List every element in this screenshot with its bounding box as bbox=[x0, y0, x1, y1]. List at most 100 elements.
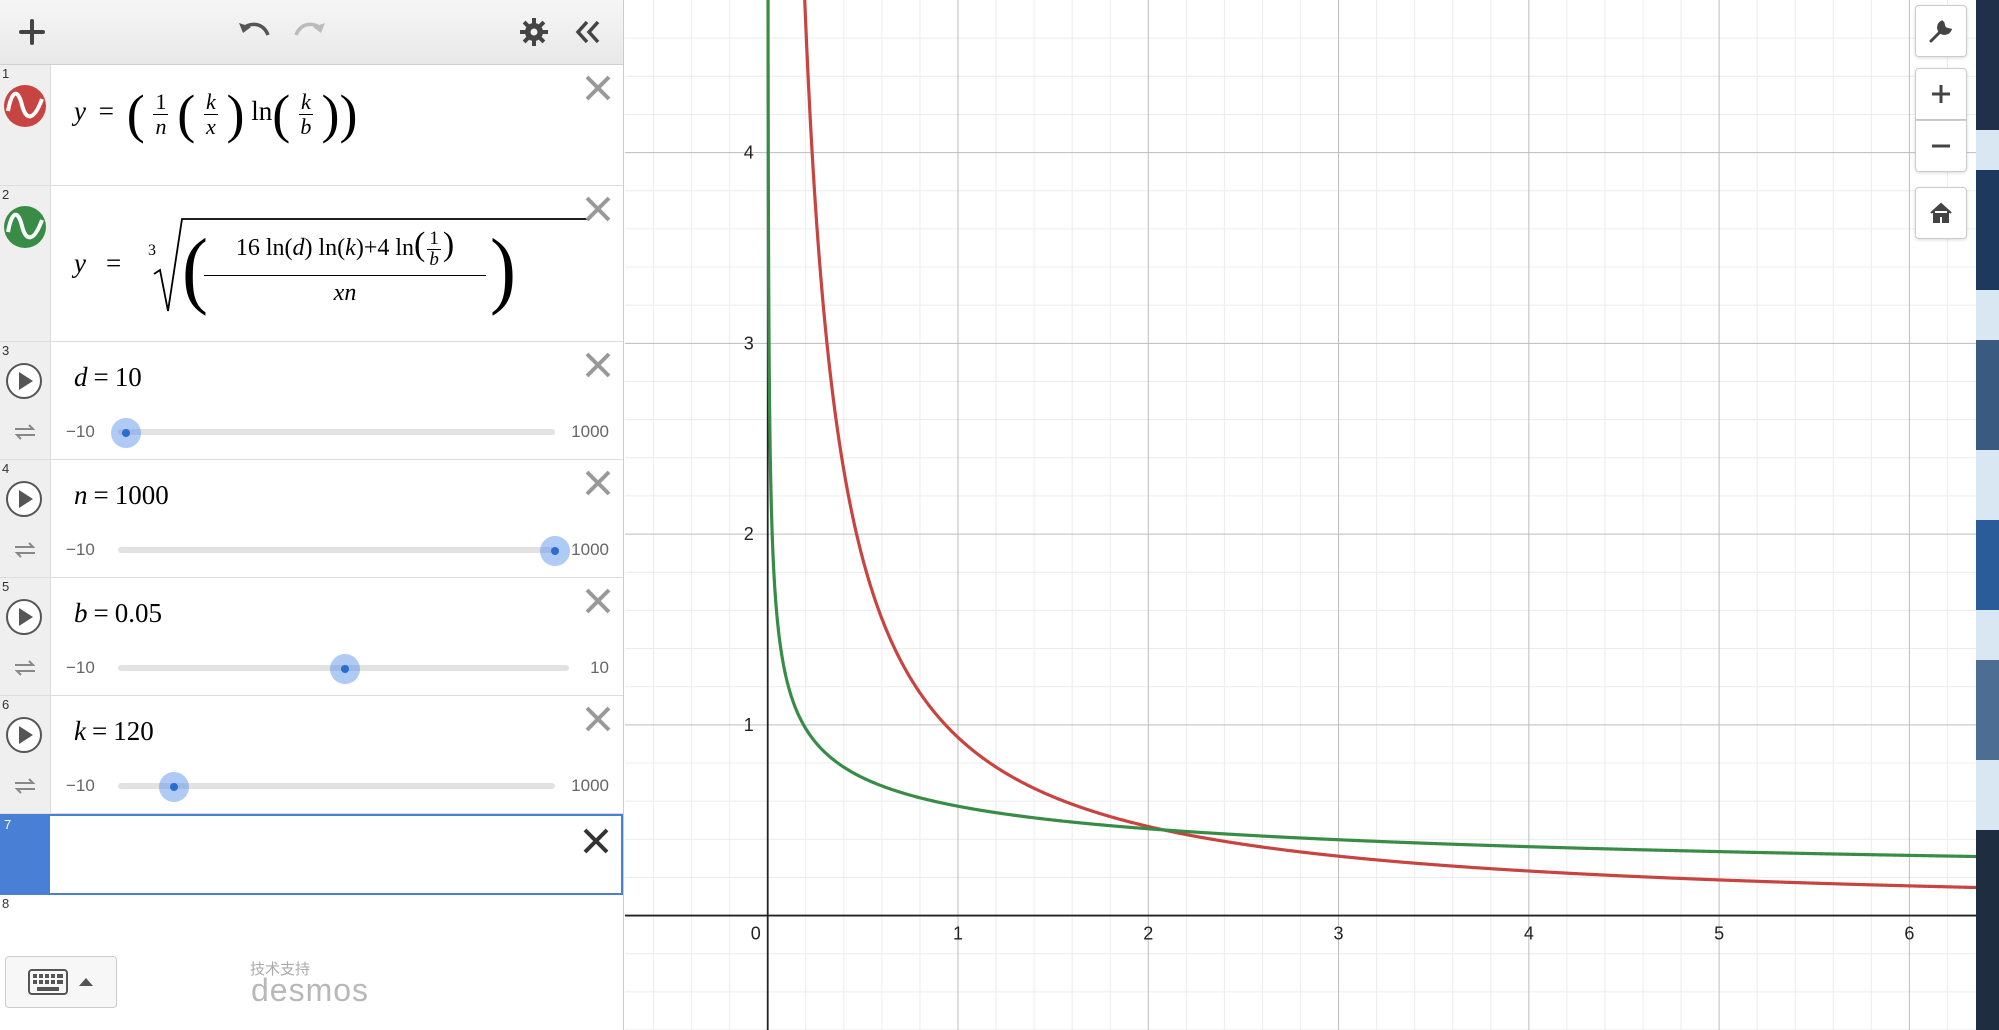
slider-label[interactable]: b = 0.05 bbox=[74, 598, 162, 629]
expression-row-empty[interactable]: 8 bbox=[0, 895, 623, 955]
slider-label[interactable]: n = 1000 bbox=[74, 480, 169, 511]
x-tick-label: 5 bbox=[1714, 924, 1724, 944]
undo-icon[interactable] bbox=[232, 10, 276, 54]
double-chevron-left-icon[interactable] bbox=[566, 10, 610, 54]
expression-gutter: 2 bbox=[0, 186, 51, 341]
loop-icon[interactable] bbox=[12, 540, 38, 560]
slider-min[interactable]: −10 bbox=[66, 540, 95, 560]
background-window-edge bbox=[1976, 0, 1999, 1030]
x-tick-label: 1 bbox=[953, 924, 963, 944]
expression-gutter: 7 bbox=[2, 816, 50, 893]
slider-handle[interactable] bbox=[111, 418, 142, 448]
math-paren: ) bbox=[339, 84, 358, 144]
slider-max[interactable]: 1000 bbox=[571, 540, 609, 560]
expression-gutter: 4 bbox=[0, 460, 51, 577]
keyboard-toggle[interactable] bbox=[5, 956, 117, 1008]
slider-label[interactable]: d = 10 bbox=[74, 362, 142, 393]
y-tick-label: 4 bbox=[744, 143, 754, 163]
slider[interactable]: −10 1000 bbox=[52, 770, 615, 802]
zoom-in-button[interactable] bbox=[1915, 68, 1967, 120]
x-tick-label: 2 bbox=[1143, 924, 1153, 944]
x-tick-label: 3 bbox=[1334, 924, 1344, 944]
delete-expression-icon[interactable] bbox=[581, 348, 615, 382]
plus-icon bbox=[1932, 85, 1950, 103]
slider-handle[interactable] bbox=[159, 772, 190, 802]
play-icon[interactable] bbox=[5, 598, 43, 636]
delete-expression-icon[interactable] bbox=[581, 71, 615, 105]
loop-icon[interactable] bbox=[12, 422, 38, 442]
slider-expression[interactable]: 4 n = 1000 −10 1000 bbox=[0, 460, 623, 578]
slider[interactable]: −10 1000 bbox=[52, 416, 615, 448]
play-icon[interactable] bbox=[5, 716, 43, 754]
slider-max[interactable]: 1000 bbox=[571, 422, 609, 442]
slider-min[interactable]: −10 bbox=[66, 658, 95, 678]
expression-gutter: 1 bbox=[0, 65, 51, 185]
keyboard-icon bbox=[28, 969, 68, 995]
expression-gutter: 6 bbox=[0, 696, 51, 813]
redo-icon[interactable] bbox=[288, 10, 332, 54]
math-eq: = bbox=[106, 248, 122, 278]
expression-index: 2 bbox=[2, 187, 10, 202]
wrench-icon[interactable] bbox=[1915, 5, 1967, 57]
slider-track[interactable] bbox=[111, 418, 555, 448]
math-paren: ) bbox=[490, 220, 516, 317]
expression-row[interactable]: 1 y = ( 1n ( kx ) ln( kb )) bbox=[0, 65, 623, 186]
expression-gutter: 8 bbox=[0, 895, 50, 955]
loop-icon[interactable] bbox=[12, 658, 38, 678]
expression-panel: 1 y = ( 1n ( kx ) ln( kb )) 2 y = 3 (16… bbox=[0, 0, 624, 1030]
slider-handle[interactable] bbox=[540, 536, 570, 566]
expression-input-focused[interactable]: 7 bbox=[0, 814, 623, 895]
y-tick-label: 3 bbox=[744, 333, 754, 353]
graph-paper[interactable]: 0 1 2 3 4 5 6 1 2 3 4 bbox=[625, 0, 1976, 1030]
delete-expression-icon[interactable] bbox=[579, 824, 613, 858]
slider-track[interactable] bbox=[118, 654, 569, 684]
expression-index: 1 bbox=[2, 66, 10, 81]
expression-index: 3 bbox=[2, 343, 10, 358]
math-var: y bbox=[74, 96, 86, 127]
expression-math[interactable]: y = ( 1n ( kx ) ln( kb )) bbox=[74, 87, 357, 141]
play-icon[interactable] bbox=[5, 362, 43, 400]
expression-toolbar bbox=[0, 0, 623, 65]
desmos-logo[interactable]: desmos bbox=[251, 972, 369, 1009]
slider-max[interactable]: 10 bbox=[590, 658, 609, 678]
slider-handle[interactable] bbox=[329, 654, 360, 684]
slider-min[interactable]: −10 bbox=[66, 776, 95, 796]
slider-expression[interactable]: 5 b = 0.05 −10 10 bbox=[0, 578, 623, 696]
expression-index: 6 bbox=[2, 697, 10, 712]
math-paren: ( bbox=[272, 84, 291, 144]
slider-min[interactable]: −10 bbox=[66, 422, 95, 442]
slider-track[interactable] bbox=[118, 772, 555, 802]
delete-expression-icon[interactable] bbox=[581, 584, 615, 618]
slider-expression[interactable]: 3 d = 10 −10 1000 bbox=[0, 342, 623, 460]
delete-expression-icon[interactable] bbox=[581, 702, 615, 736]
x-tick-label: 0 bbox=[751, 924, 761, 944]
expression-gutter: 5 bbox=[0, 578, 51, 695]
plus-icon[interactable] bbox=[10, 10, 54, 54]
graph-color-icon[interactable] bbox=[2, 83, 48, 129]
slider-label[interactable]: k = 120 bbox=[74, 716, 154, 747]
expression-index: 5 bbox=[2, 579, 10, 594]
graph-color-icon[interactable] bbox=[2, 204, 48, 250]
slider-max[interactable]: 1000 bbox=[571, 776, 609, 796]
delete-expression-icon[interactable] bbox=[581, 192, 615, 226]
slider[interactable]: −10 10 bbox=[52, 652, 615, 684]
home-icon[interactable] bbox=[1915, 187, 1967, 239]
math-var: y bbox=[74, 248, 86, 278]
math-fraction: 1n bbox=[153, 89, 169, 139]
delete-expression-icon[interactable] bbox=[581, 466, 615, 500]
slider-track[interactable] bbox=[118, 536, 570, 566]
zoom-out-button[interactable] bbox=[1915, 120, 1967, 172]
expression-gutter: 3 bbox=[0, 342, 51, 459]
slider[interactable]: −10 1000 bbox=[52, 534, 615, 566]
x-tick-label: 6 bbox=[1904, 924, 1914, 944]
play-icon[interactable] bbox=[5, 480, 43, 518]
math-ln: ln bbox=[251, 96, 273, 127]
y-tick-label: 1 bbox=[744, 715, 754, 735]
expression-row[interactable]: 2 y = 3 ( 16 ln(d) ln(k)+4 ln(1 b) xn … bbox=[0, 186, 623, 342]
gear-icon[interactable] bbox=[512, 10, 556, 54]
minus-icon bbox=[1932, 144, 1950, 148]
slider-expression[interactable]: 6 k = 120 −10 1000 bbox=[0, 696, 623, 814]
panel-footer: 技术支持 desmos bbox=[0, 950, 623, 1030]
loop-icon[interactable] bbox=[12, 776, 38, 796]
expression-index: 7 bbox=[4, 817, 12, 832]
